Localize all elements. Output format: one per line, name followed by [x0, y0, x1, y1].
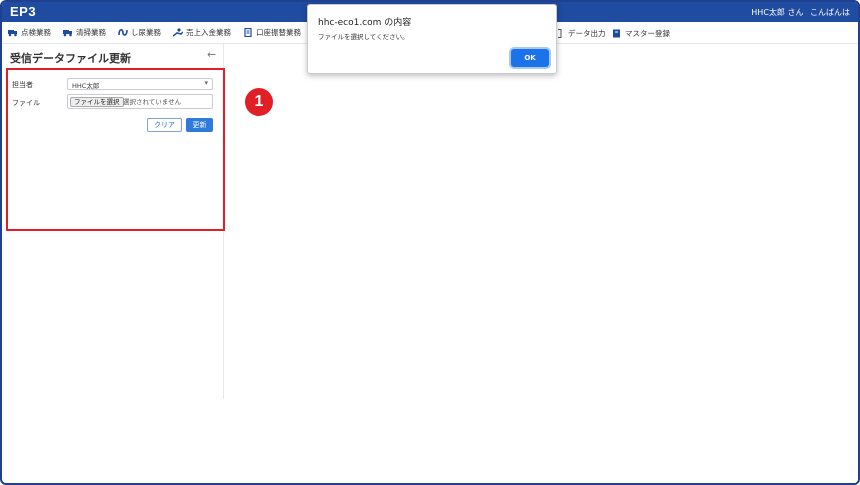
menu-label: 売上入金業務 [186, 28, 231, 37]
update-button[interactable]: 更新 [186, 118, 213, 132]
clear-button[interactable]: クリア [147, 118, 182, 132]
dialog-message: ファイルを選択してください。 [318, 33, 409, 41]
panel-title: 受信データファイル更新 [10, 52, 131, 65]
menu-label: し尿業務 [131, 28, 161, 37]
ok-button[interactable]: OK [511, 49, 549, 67]
app-window: EP3 HHC太郎 さん こんばんは 点検業務 清掃業務 し尿業務 売上入金業務… [0, 0, 860, 485]
file-input: ファイルを選択 選択されていません [67, 94, 213, 109]
user-area: HHC太郎 さん こんばんは [747, 7, 850, 18]
menu-item-data-output[interactable]: データ出力 [555, 28, 606, 39]
dialog-title: hhc-eco1.com の内容 [318, 18, 412, 28]
menu-item-cleaning[interactable]: 清掃業務 [63, 27, 106, 38]
document-icon [244, 28, 252, 37]
money-hand-icon [173, 28, 183, 37]
menu-item-master[interactable]: マスター登録 [612, 28, 670, 39]
choose-file-button[interactable]: ファイルを選択 [70, 97, 124, 107]
truck-icon [63, 30, 72, 37]
menu-label: 清掃業務 [76, 28, 106, 37]
truck-icon [8, 30, 17, 37]
file-label: ファイル [12, 99, 40, 107]
menu-item-inspection[interactable]: 点検業務 [8, 27, 51, 38]
arrow-left-icon[interactable]: ← [207, 48, 216, 61]
menu-label: 口座振替業務 [256, 28, 301, 37]
person-select[interactable]: HHC太郎 ▾ [67, 78, 213, 90]
person-label: 担当者 [12, 81, 33, 89]
menu-label: マスター登録 [625, 29, 670, 38]
menu-item-sewage[interactable]: し尿業務 [118, 27, 161, 38]
sidebar-panel: 受信データファイル更新 ← 担当者 HHC太郎 ▾ ファイル ファイルを選択 選… [2, 44, 225, 399]
chevron-down-icon: ▾ [204, 79, 208, 87]
menu-item-sales[interactable]: 売上入金業務 [173, 27, 231, 38]
file-status: 選択されていません [123, 98, 182, 106]
alert-dialog: hhc-eco1.com の内容 ファイルを選択してください。 OK [307, 4, 557, 74]
user-name: HHC太郎 さん [751, 8, 804, 17]
book-icon [613, 29, 620, 38]
greeting: こんばんは [810, 8, 850, 17]
step-badge: 1 [245, 88, 273, 116]
loop-icon [118, 29, 128, 36]
main-content [225, 44, 858, 483]
menu-label: 点検業務 [21, 28, 51, 37]
highlight-box [6, 68, 225, 231]
app-title: EP3 [10, 4, 37, 19]
person-select-value: HHC太郎 [72, 82, 100, 90]
menu-label: データ出力 [568, 29, 606, 38]
menu-item-transfer[interactable]: 口座振替業務 [243, 27, 301, 38]
